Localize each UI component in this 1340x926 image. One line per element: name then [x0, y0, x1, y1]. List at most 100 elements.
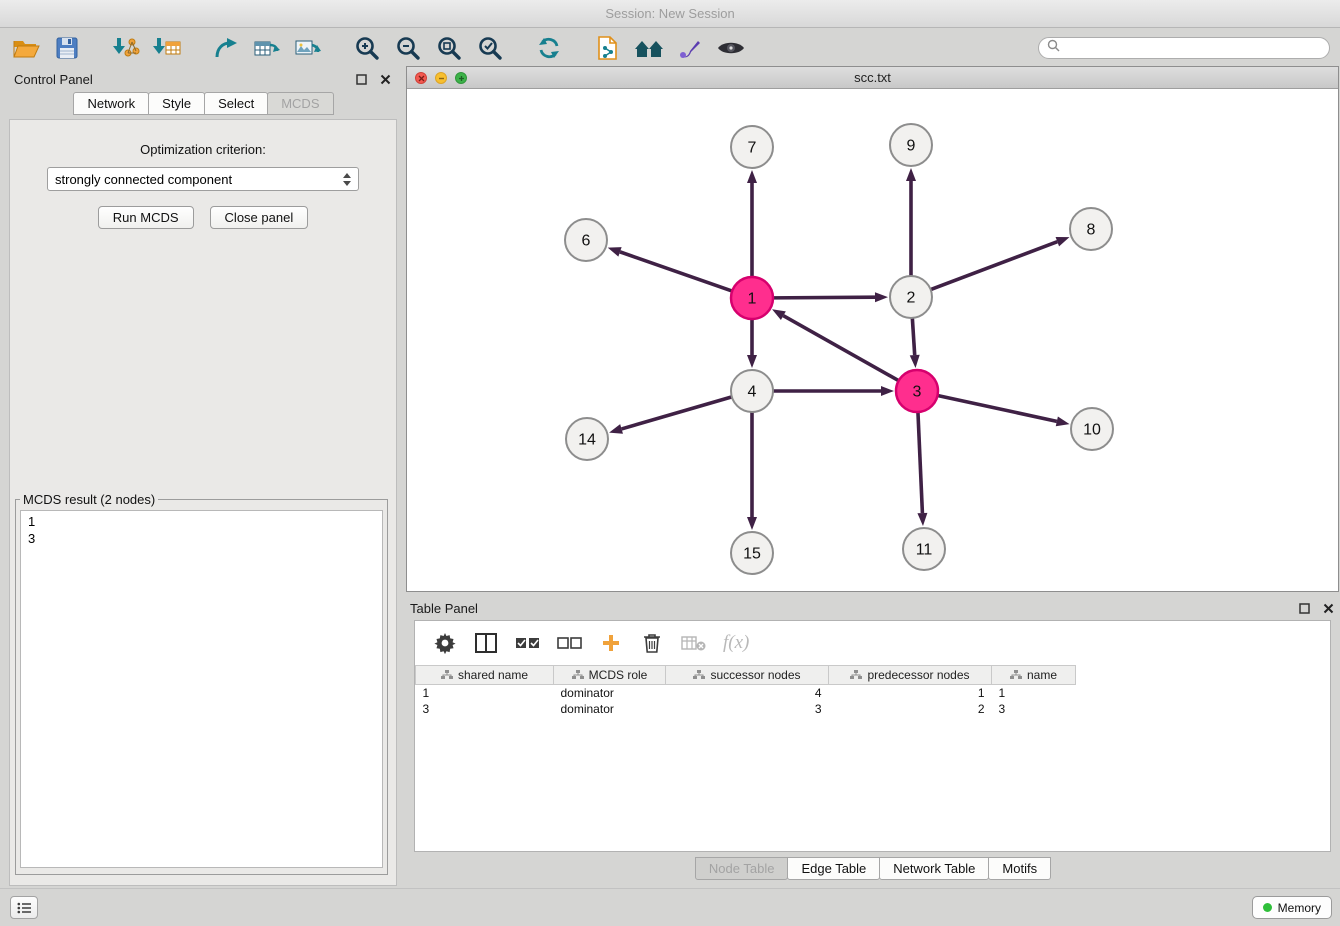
table-cell[interactable]: 3: [666, 701, 829, 717]
column-header-predecessor-nodes[interactable]: predecessor nodes: [829, 666, 992, 685]
delete-column-trash-icon[interactable]: [640, 630, 664, 656]
network-window-title: scc.txt: [854, 70, 891, 85]
show-columns-icon[interactable]: [474, 630, 498, 656]
import-table-icon[interactable]: [151, 33, 183, 63]
svg-text:15: 15: [743, 546, 761, 563]
table-settings-gear-icon[interactable]: [433, 630, 457, 656]
export-table-icon[interactable]: [251, 33, 283, 63]
node-1[interactable]: 1: [731, 277, 773, 319]
table-cell[interactable]: 1: [416, 685, 554, 701]
node-8[interactable]: 8: [1070, 208, 1112, 250]
tab-network[interactable]: Network: [73, 92, 149, 115]
tab-select[interactable]: Select: [204, 92, 268, 115]
tab-motifs[interactable]: Motifs: [988, 857, 1051, 880]
edge-2-9[interactable]: [906, 168, 916, 276]
close-window-icon[interactable]: [415, 72, 427, 84]
save-session-icon[interactable]: [51, 33, 83, 63]
search-box[interactable]: [1038, 37, 1330, 59]
memory-button[interactable]: Memory: [1252, 896, 1332, 919]
node-4[interactable]: 4: [731, 370, 773, 412]
home-icon[interactable]: [633, 33, 665, 63]
float-table-panel-icon[interactable]: [1297, 601, 1311, 615]
close-panel-icon[interactable]: [378, 72, 392, 86]
edge-4-15[interactable]: [747, 412, 757, 530]
node-11[interactable]: 11: [903, 528, 945, 570]
tab-edge-table[interactable]: Edge Table: [787, 857, 880, 880]
window-title: Session: New Session: [605, 6, 734, 21]
network-view-window: scc.txt 7 9 6 8 1 2 4 3 14 10 15 11: [406, 66, 1339, 592]
refresh-icon[interactable]: [533, 33, 565, 63]
zoom-window-icon[interactable]: [455, 72, 467, 84]
export-image-icon[interactable]: [292, 33, 324, 63]
node-9[interactable]: 9: [890, 124, 932, 166]
edge-2-3[interactable]: [910, 318, 920, 368]
run-mcds-button[interactable]: Run MCDS: [98, 206, 194, 229]
create-column-plus-icon[interactable]: [599, 630, 623, 656]
table-cell[interactable]: 4: [666, 685, 829, 701]
edge-4-14[interactable]: [609, 397, 732, 434]
edge-1-2[interactable]: [773, 292, 888, 302]
import-network-icon[interactable]: [110, 33, 142, 63]
column-header-mcds-role[interactable]: MCDS role: [554, 666, 666, 685]
title-bar: Session: New Session: [0, 0, 1340, 28]
criterion-dropdown[interactable]: strongly connected component: [47, 167, 359, 191]
node-3[interactable]: 3: [896, 370, 938, 412]
zoom-in-icon[interactable]: [351, 33, 383, 63]
zoom-fit-icon[interactable]: [433, 33, 465, 63]
table-body: 1dominator4113dominator323: [416, 685, 1076, 717]
network-window-titlebar[interactable]: scc.txt: [407, 67, 1338, 89]
tab-mcds[interactable]: MCDS: [267, 92, 333, 115]
mcds-result-title: MCDS result (2 nodes): [20, 492, 158, 507]
svg-text:4: 4: [748, 384, 757, 401]
mcds-panel: Optimization criterion: strongly connect…: [9, 119, 397, 886]
show-hide-eye-icon[interactable]: [715, 33, 747, 63]
network-canvas[interactable]: 7 9 6 8 1 2 4 3 14 10 15 11: [407, 89, 1338, 591]
table-cell[interactable]: 2: [829, 701, 992, 717]
edge-4-3[interactable]: [773, 386, 894, 396]
mcds-result-list[interactable]: 13: [20, 510, 383, 868]
close-table-panel-icon[interactable]: [1321, 601, 1335, 615]
column-header-name[interactable]: name: [992, 666, 1076, 685]
table-row[interactable]: 1dominator411: [416, 685, 1076, 701]
minimize-window-icon[interactable]: [435, 72, 447, 84]
node-10[interactable]: 10: [1071, 408, 1113, 450]
table-cell[interactable]: dominator: [554, 701, 666, 717]
table-cell[interactable]: 3: [992, 701, 1076, 717]
zoom-out-icon[interactable]: [392, 33, 424, 63]
node-7[interactable]: 7: [731, 126, 773, 168]
edge-3-11[interactable]: [917, 412, 927, 526]
select-all-columns-icon[interactable]: [515, 630, 540, 656]
search-input[interactable]: [1066, 40, 1321, 55]
edge-3-1[interactable]: [772, 309, 899, 380]
edge-1-4[interactable]: [747, 319, 757, 368]
close-panel-button[interactable]: Close panel: [210, 206, 309, 229]
table-cell[interactable]: 1: [829, 685, 992, 701]
open-file-icon[interactable]: [10, 33, 42, 63]
mcds-result-line: 3: [28, 530, 375, 547]
edge-1-6[interactable]: [608, 247, 732, 291]
edge-2-8[interactable]: [931, 237, 1070, 290]
column-header-shared-name[interactable]: shared name: [416, 666, 554, 685]
export-network-icon[interactable]: [210, 33, 242, 63]
float-panel-icon[interactable]: [354, 72, 368, 86]
node-14[interactable]: 14: [566, 418, 608, 460]
table-row[interactable]: 3dominator323: [416, 701, 1076, 717]
table-cell[interactable]: 3: [416, 701, 554, 717]
tab-network-table[interactable]: Network Table: [879, 857, 989, 880]
node-2[interactable]: 2: [890, 276, 932, 318]
zoom-selected-icon[interactable]: [474, 33, 506, 63]
task-history-list-icon[interactable]: [10, 896, 38, 919]
tab-node-table[interactable]: Node Table: [695, 857, 789, 880]
edge-1-7[interactable]: [747, 170, 757, 277]
table-cell[interactable]: 1: [992, 685, 1076, 701]
export-network-file-icon[interactable]: [592, 33, 624, 63]
table-cell[interactable]: dominator: [554, 685, 666, 701]
column-header-successor-nodes[interactable]: successor nodes: [666, 666, 829, 685]
deselect-all-columns-icon[interactable]: [557, 630, 582, 656]
column-tree-icon: [1010, 670, 1022, 680]
apply-style-icon[interactable]: [674, 33, 706, 63]
edge-3-10[interactable]: [938, 395, 1070, 426]
tab-style[interactable]: Style: [148, 92, 205, 115]
node-15[interactable]: 15: [731, 532, 773, 574]
node-6[interactable]: 6: [565, 219, 607, 261]
